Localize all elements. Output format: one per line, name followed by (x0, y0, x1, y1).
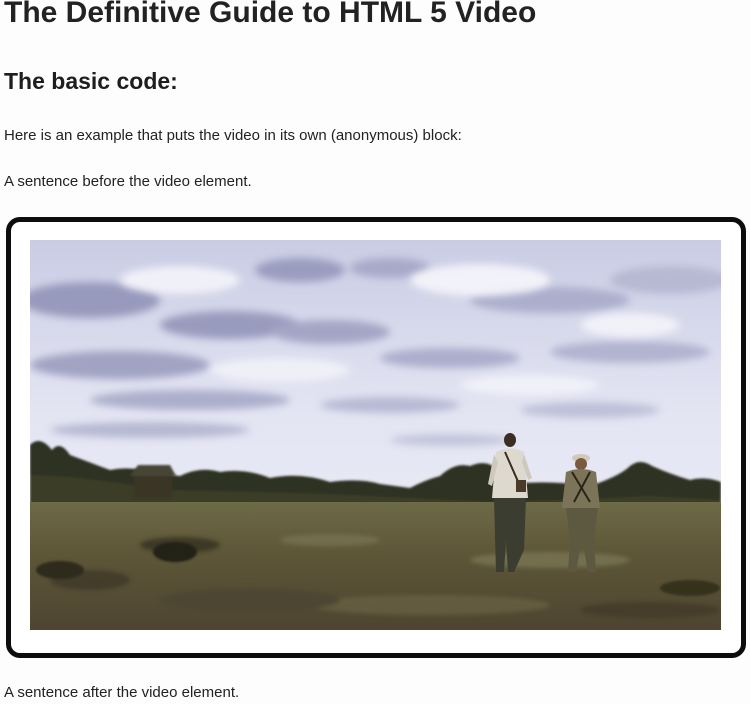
section-heading: The basic code: (4, 68, 178, 94)
sentence-before-video: A sentence before the video element. (4, 173, 252, 190)
video-element[interactable] (30, 240, 721, 630)
video-frame-image (30, 240, 721, 630)
page-title: The Definitive Guide to HTML 5 Video (4, 0, 537, 29)
intro-paragraph: Here is an example that puts the video i… (4, 127, 462, 144)
sentence-after-video: A sentence after the video element. (4, 684, 240, 701)
video-block (6, 217, 746, 658)
